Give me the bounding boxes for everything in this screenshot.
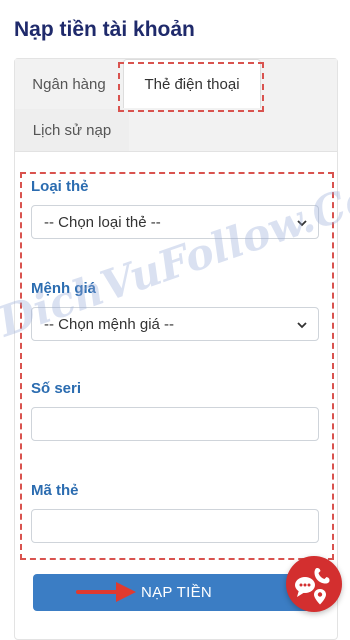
card-type-select[interactable]: -- Chọn loại thẻ -- <box>31 205 319 239</box>
chat-phone-location-icon <box>295 568 330 605</box>
tab-bar: Ngân hàng Thẻ điện thoại Lịch sử nạp <box>15 59 337 152</box>
denomination-selected: -- Chọn mệnh giá -- <box>44 316 175 333</box>
card-code-label: Mã thẻ <box>31 482 79 499</box>
serial-input[interactable] <box>31 407 319 441</box>
card-type-selected: -- Chọn loại thẻ -- <box>44 214 161 231</box>
tab-bank[interactable]: Ngân hàng <box>15 59 123 109</box>
denomination-label: Mệnh giá <box>31 280 97 297</box>
deposit-card: Ngân hàng Thẻ điện thoại Lịch sử nạp <box>14 58 338 640</box>
card-code-input[interactable] <box>31 509 319 543</box>
denomination-select[interactable]: -- Chọn mệnh giá -- <box>31 307 319 341</box>
chevron-down-icon <box>297 322 307 329</box>
tab-phone-card[interactable]: Thẻ điện thoại <box>123 59 261 108</box>
page-title: Nạp tiền tài khoản <box>14 18 195 41</box>
arrow-right-icon <box>76 582 136 602</box>
card-type-label: Loại thẻ <box>31 178 89 195</box>
chevron-down-icon <box>297 220 307 227</box>
serial-label: Số seri <box>31 380 82 397</box>
chat-support-button[interactable] <box>286 556 342 612</box>
tab-history[interactable]: Lịch sử nạp <box>15 109 129 151</box>
